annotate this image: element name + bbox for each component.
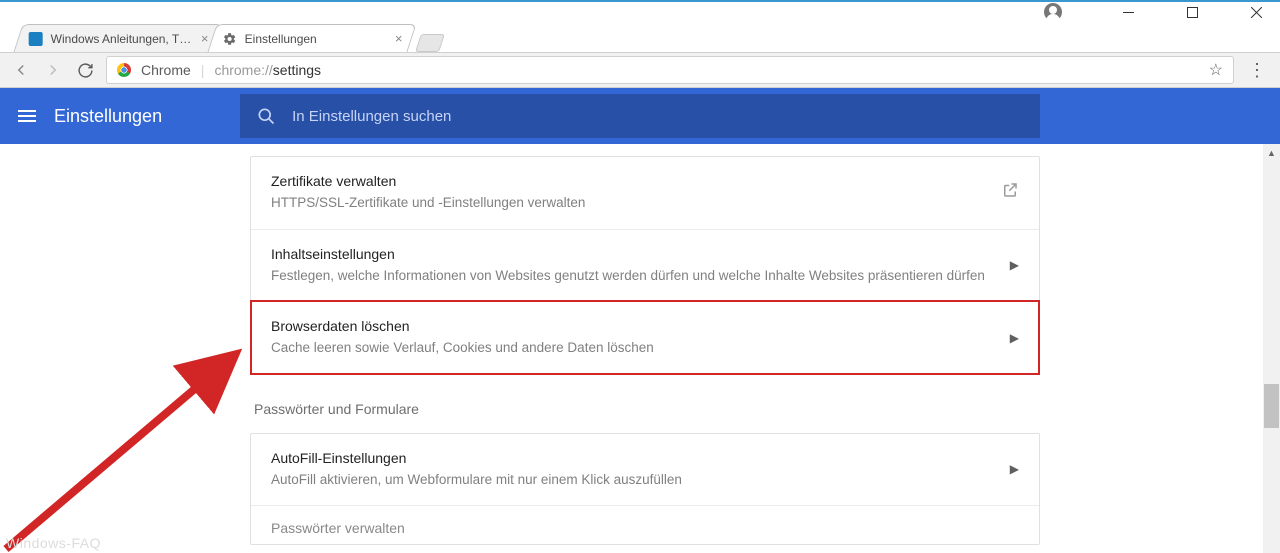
tab-label: Windows Anleitungen, T… [51, 32, 192, 46]
nav-back-button[interactable] [10, 59, 32, 81]
window-close-button[interactable] [1238, 2, 1274, 22]
row-title: Zertifikate verwalten [271, 173, 1001, 189]
close-tab-icon[interactable]: × [395, 31, 403, 46]
favicon-icon [29, 32, 43, 46]
new-tab-button[interactable] [415, 34, 445, 52]
row-subtitle: Festlegen, welche Informationen von Webs… [271, 266, 1010, 286]
row-passwoerter-verwalten[interactable]: Passwörter verwalten [251, 505, 1039, 544]
nav-reload-button[interactable] [74, 59, 96, 81]
bookmark-star-icon[interactable]: ☆ [1209, 60, 1223, 80]
tab-einstellungen[interactable]: Einstellungen × [207, 24, 416, 52]
chrome-icon [117, 63, 131, 77]
scroll-up-icon[interactable]: ▲ [1263, 144, 1280, 161]
row-title: Browserdaten löschen [271, 318, 1010, 334]
external-link-icon [1001, 181, 1019, 204]
nav-forward-button [42, 59, 64, 81]
row-browserdaten-loeschen[interactable]: Browserdaten löschen Cache leeren sowie … [251, 301, 1039, 374]
tab-windows-anleitungen[interactable]: Windows Anleitungen, T… × [13, 24, 222, 52]
address-bar[interactable]: Chrome | chrome://settings ☆ [106, 56, 1234, 84]
page-title: Einstellungen [54, 106, 162, 127]
close-tab-icon[interactable]: × [201, 31, 209, 46]
settings-card-privacy: Zertifikate verwalten HTTPS/SSL-Zertifik… [250, 156, 1040, 375]
omnibox-scheme: chrome:// [214, 62, 272, 78]
settings-search-input[interactable]: In Einstellungen suchen [240, 94, 1040, 138]
browser-toolbar: Chrome | chrome://settings ☆ ⋮ [0, 52, 1280, 88]
search-icon [256, 106, 276, 126]
gear-icon [223, 32, 237, 46]
chevron-right-icon: ▶ [1010, 331, 1019, 345]
browser-tabstrip: Windows Anleitungen, T… × Einstellungen … [0, 22, 1280, 52]
search-placeholder: In Einstellungen suchen [292, 108, 451, 125]
row-subtitle: AutoFill aktivieren, um Webformulare mit… [271, 470, 1010, 490]
chevron-right-icon: ▶ [1010, 462, 1019, 476]
row-zertifikate-verwalten[interactable]: Zertifikate verwalten HTTPS/SSL-Zertifik… [251, 157, 1039, 229]
scrollbar-track[interactable]: ▲ [1263, 144, 1280, 553]
row-autofill-einstellungen[interactable]: AutoFill-Einstellungen AutoFill aktivier… [251, 434, 1039, 506]
row-title: Passwörter verwalten [271, 520, 1019, 536]
omnibox-page: settings [273, 62, 321, 78]
tab-label: Einstellungen [245, 32, 317, 46]
settings-header: Einstellungen In Einstellungen suchen [0, 88, 1280, 144]
row-inhaltseinstellungen[interactable]: Inhaltseinstellungen Festlegen, welche I… [251, 229, 1039, 302]
section-header-passwoerter: Passwörter und Formulare [250, 401, 1040, 433]
chevron-right-icon: ▶ [1010, 258, 1019, 272]
row-subtitle: Cache leeren sowie Verlauf, Cookies und … [271, 338, 1010, 358]
hamburger-menu-icon[interactable] [18, 110, 36, 122]
omnibox-label: Chrome [141, 62, 191, 78]
row-title: Inhaltseinstellungen [271, 246, 1010, 262]
settings-content: ▲ Zertifikate verwalten HTTPS/SSL-Zertif… [0, 144, 1280, 553]
row-title: AutoFill-Einstellungen [271, 450, 1010, 466]
row-subtitle: HTTPS/SSL-Zertifikate und -Einstellungen… [271, 193, 1001, 213]
window-titlebar [0, 0, 1280, 22]
scrollbar-thumb[interactable] [1264, 384, 1279, 428]
profile-avatar-icon[interactable] [1044, 3, 1062, 21]
settings-card-forms: AutoFill-Einstellungen AutoFill aktivier… [250, 433, 1040, 546]
watermark: Windows-FAQ [6, 535, 101, 551]
window-maximize-button[interactable] [1174, 2, 1210, 22]
browser-menu-button[interactable]: ⋮ [1244, 60, 1270, 81]
annotation-arrow-icon [0, 325, 258, 553]
window-minimize-button[interactable] [1110, 2, 1146, 22]
